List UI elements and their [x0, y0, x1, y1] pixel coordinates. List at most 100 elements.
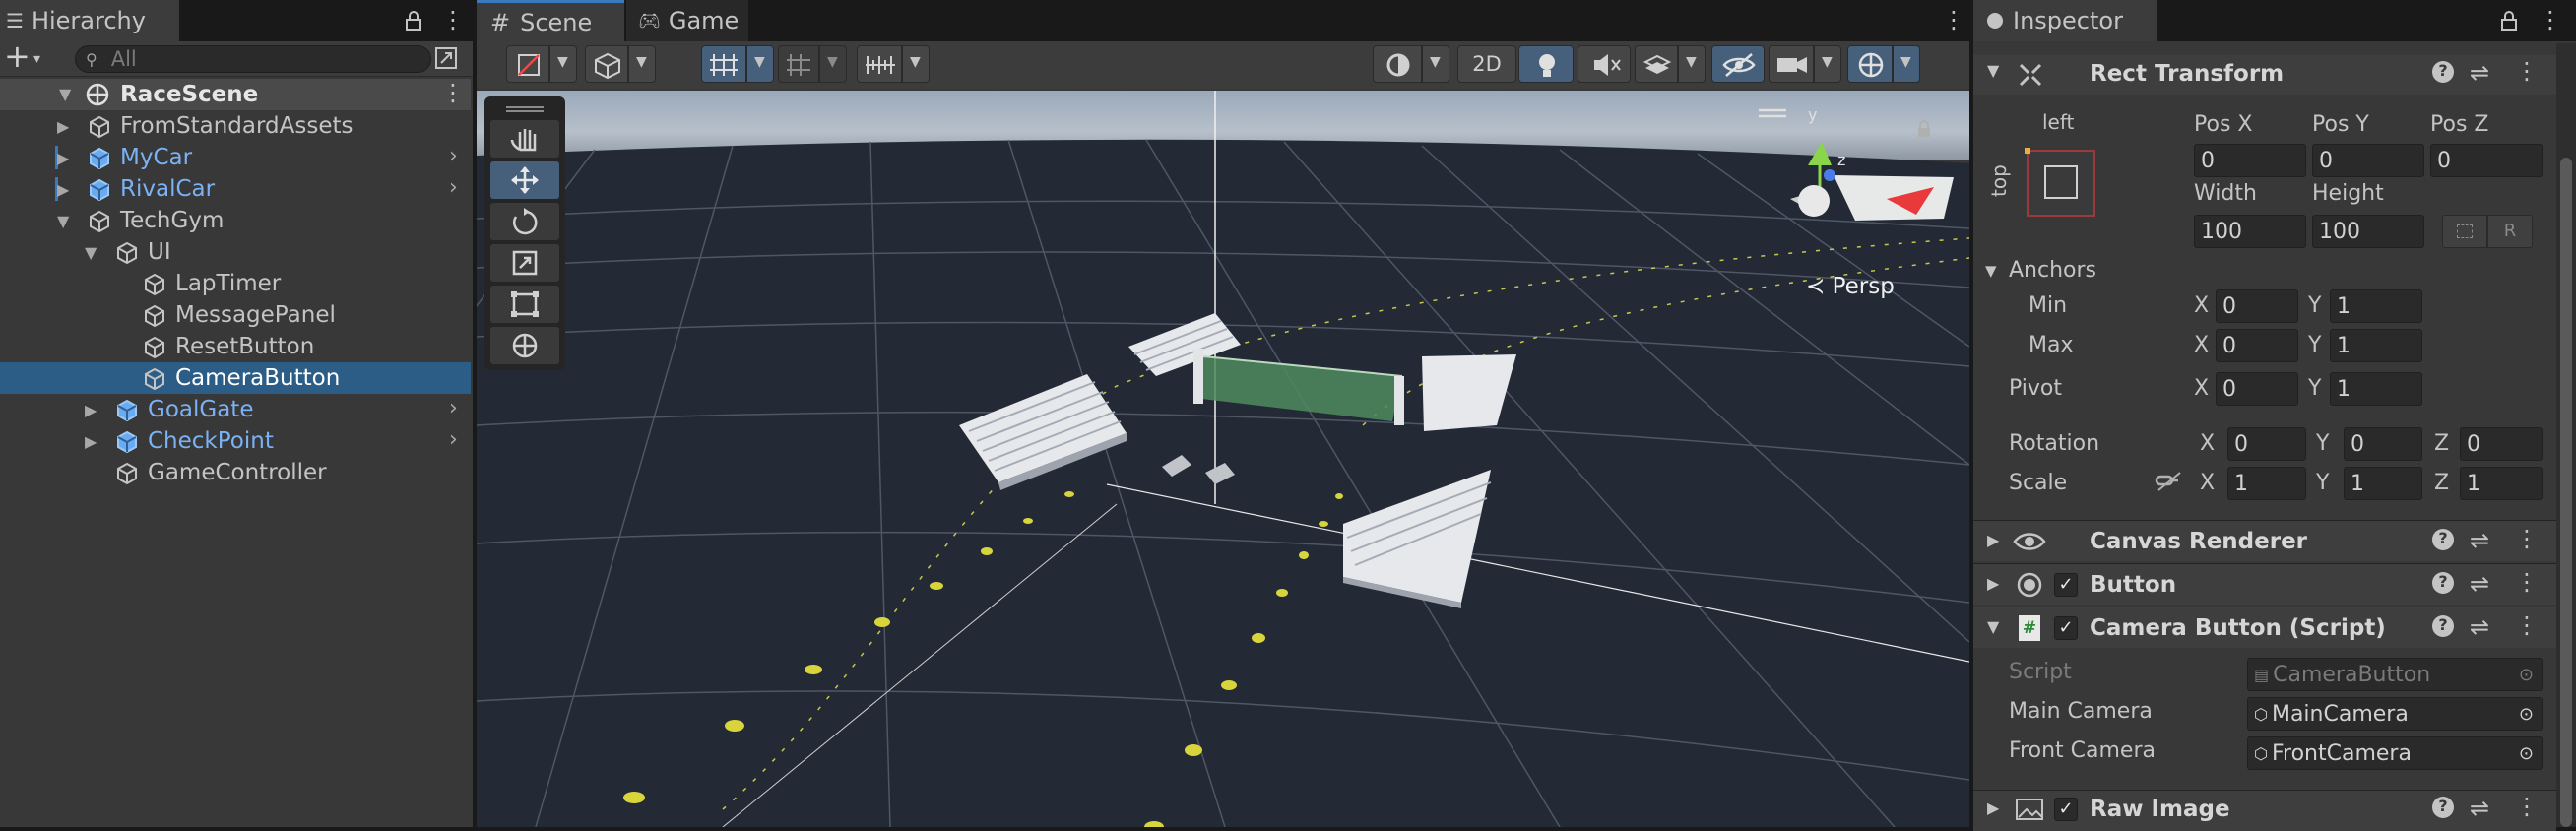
help-icon[interactable]: ?	[2432, 572, 2454, 594]
expand-arrow-icon[interactable]: ▶	[57, 149, 69, 167]
scene-viewport[interactable]: y z ≺ Persp	[477, 91, 1969, 827]
component-menu-icon[interactable]: ⋮	[2515, 611, 2539, 639]
canvas-renderer-header[interactable]: ▶ Canvas Renderer ? ⇌ ⋮	[1973, 520, 2556, 561]
increment-snap-button[interactable]	[857, 45, 902, 83]
snap-increment-dropdown-icon[interactable]: ▼	[819, 45, 847, 83]
rotation-y-field[interactable]: 0	[2344, 427, 2422, 461]
button-component-header[interactable]: ▶ ✓ Button ? ⇌ ⋮	[1973, 563, 2556, 605]
effects-button[interactable]	[1635, 45, 1678, 83]
object-picker-icon[interactable]: ⊙	[2519, 704, 2534, 725]
help-icon[interactable]: ?	[2432, 529, 2454, 550]
chevron-right-icon[interactable]: ›	[449, 427, 458, 452]
hidden-objects-toggle-button[interactable]	[1711, 45, 1765, 83]
grid-snap-dropdown-icon[interactable]: ▼	[746, 45, 774, 83]
rect-transform-header[interactable]: ▼ Rect Transform ? ⇌ ⋮	[1973, 55, 2556, 95]
gizmos-dropdown-icon[interactable]: ▼	[1893, 45, 1920, 83]
scene-row[interactable]: ▼ RaceScene ⋮	[0, 79, 471, 110]
component-menu-icon[interactable]: ⋮	[2515, 793, 2539, 820]
gizmo-pivot-button[interactable]	[506, 45, 549, 83]
anchor-max-x-field[interactable]: 0	[2216, 329, 2298, 362]
scale-x-field[interactable]: 1	[2227, 467, 2306, 500]
tab-inspector[interactable]: Inspector	[1973, 0, 2157, 41]
height-field[interactable]: 100	[2312, 215, 2424, 248]
width-field[interactable]: 100	[2194, 215, 2306, 248]
pivot-dropdown-icon[interactable]: ▼	[549, 45, 577, 83]
increment-snap-dropdown-icon[interactable]: ▼	[902, 45, 930, 83]
scene-camera-button[interactable]	[1769, 45, 1814, 83]
expand-arrow-icon[interactable]: ▶	[1987, 799, 1999, 817]
hierarchy-item[interactable]: ▶ CheckPoint ›	[0, 425, 471, 457]
2d-toggle-button[interactable]: 2D	[1457, 45, 1516, 83]
hierarchy-item[interactable]: ▶ GoalGate ›	[0, 394, 471, 425]
hierarchy-item[interactable]: GameController	[0, 457, 471, 488]
add-dropdown-icon[interactable]: ▾	[33, 51, 40, 67]
camera-button-script-header[interactable]: ▼ # ✓ Camera Button (Script) ? ⇌ ⋮	[1973, 607, 2556, 648]
grid-snap-button[interactable]	[701, 45, 746, 83]
blueprint-mode-button[interactable]	[2442, 215, 2487, 248]
help-icon[interactable]: ?	[2432, 615, 2454, 637]
chevron-right-icon[interactable]: ›	[449, 396, 458, 420]
anchor-min-x-field[interactable]: 0	[2216, 289, 2298, 323]
help-icon[interactable]: ?	[2432, 797, 2454, 818]
button-enabled-checkbox[interactable]: ✓	[2054, 573, 2078, 597]
hand-tool-button[interactable]	[490, 120, 559, 158]
hierarchy-item[interactable]: ResetButton	[0, 331, 471, 362]
expand-arrow-icon[interactable]: ▼	[85, 243, 97, 262]
scale-y-field[interactable]: 1	[2344, 467, 2422, 500]
collapse-arrow-icon[interactable]: ▼	[1987, 617, 1999, 636]
pivot-y-field[interactable]: 1	[2330, 372, 2422, 406]
hierarchy-item[interactable]: CameraButton	[0, 362, 471, 394]
lock-icon[interactable]	[2499, 10, 2519, 32]
rotate-tool-button[interactable]	[490, 203, 559, 240]
hierarchy-item[interactable]: ▶ RivalCar ›	[0, 173, 471, 205]
scene-camera-dropdown-icon[interactable]: ▼	[1814, 45, 1841, 83]
component-menu-icon[interactable]: ⋮	[2515, 568, 2539, 596]
draw-mode-button[interactable]	[1373, 45, 1422, 83]
rotation-z-field[interactable]: 0	[2460, 427, 2543, 461]
snap-increment-button[interactable]	[778, 45, 819, 83]
presets-icon[interactable]: ⇌	[2470, 570, 2489, 598]
raw-image-header[interactable]: ▶ ✓ Raw Image ? ⇌ ⋮	[1973, 790, 2556, 831]
pos-y-field[interactable]: 0	[2312, 144, 2424, 177]
inspector-scrollbar-thumb[interactable]	[2560, 158, 2572, 827]
presets-icon[interactable]: ⇌	[2470, 795, 2489, 822]
expand-arrow-icon[interactable]: ▶	[85, 401, 97, 419]
hierarchy-menu-icon[interactable]: ⋮	[441, 6, 465, 33]
presets-icon[interactable]: ⇌	[2470, 527, 2489, 554]
effects-dropdown-icon[interactable]: ▼	[1678, 45, 1706, 83]
persp-label[interactable]: ≺ Persp	[1806, 274, 1895, 299]
component-menu-icon[interactable]: ⋮	[2515, 525, 2539, 552]
script-enabled-checkbox[interactable]: ✓	[2054, 616, 2078, 640]
expand-arrow-icon[interactable]: ▶	[85, 432, 97, 451]
transform-tool-button[interactable]	[490, 327, 559, 364]
add-icon[interactable]: +	[4, 37, 31, 75]
front-camera-field[interactable]: ⬡ FrontCamera ⊙	[2247, 736, 2543, 770]
scene-tab-menu-icon[interactable]: ⋮	[1942, 6, 1965, 33]
global-dropdown-icon[interactable]: ▼	[628, 45, 656, 83]
hierarchy-item[interactable]: ▶ MyCar ›	[0, 142, 471, 173]
gizmos-button[interactable]	[1847, 45, 1893, 83]
component-menu-icon[interactable]: ⋮	[2515, 57, 2539, 85]
scale-tool-button[interactable]	[490, 244, 559, 282]
collapse-arrow-icon[interactable]: ▼	[1987, 61, 1999, 80]
anchor-presets-button[interactable]	[2025, 148, 2095, 217]
tab-scene[interactable]: # Scene	[477, 0, 624, 41]
raw-edit-button[interactable]: R	[2487, 215, 2533, 248]
expand-arrow-icon[interactable]: ▶	[1987, 574, 1999, 593]
object-picker-icon[interactable]: ⊙	[2519, 743, 2534, 764]
expand-arrow-icon[interactable]: ▶	[1987, 531, 1999, 549]
constrain-proportions-icon[interactable]	[2155, 469, 2184, 494]
rect-tool-button[interactable]	[490, 286, 559, 323]
hierarchy-item[interactable]: MessagePanel	[0, 299, 471, 331]
chevron-right-icon[interactable]: ›	[449, 175, 458, 200]
expand-arrow-icon[interactable]: ▶	[57, 117, 69, 136]
tab-hierarchy[interactable]: ☰ Hierarchy	[0, 0, 179, 41]
main-camera-field[interactable]: ⬡ MainCamera ⊙	[2247, 697, 2543, 731]
expand-arrow-icon[interactable]: ▶	[57, 180, 69, 199]
lighting-toggle-button[interactable]	[1518, 45, 1574, 83]
scene-menu-icon[interactable]: ⋮	[441, 79, 465, 106]
expand-arrow-icon[interactable]: ▼	[57, 212, 69, 230]
global-local-button[interactable]	[585, 45, 628, 83]
expand-arrow-icon[interactable]: ▼	[59, 85, 71, 103]
rotation-x-field[interactable]: 0	[2227, 427, 2306, 461]
